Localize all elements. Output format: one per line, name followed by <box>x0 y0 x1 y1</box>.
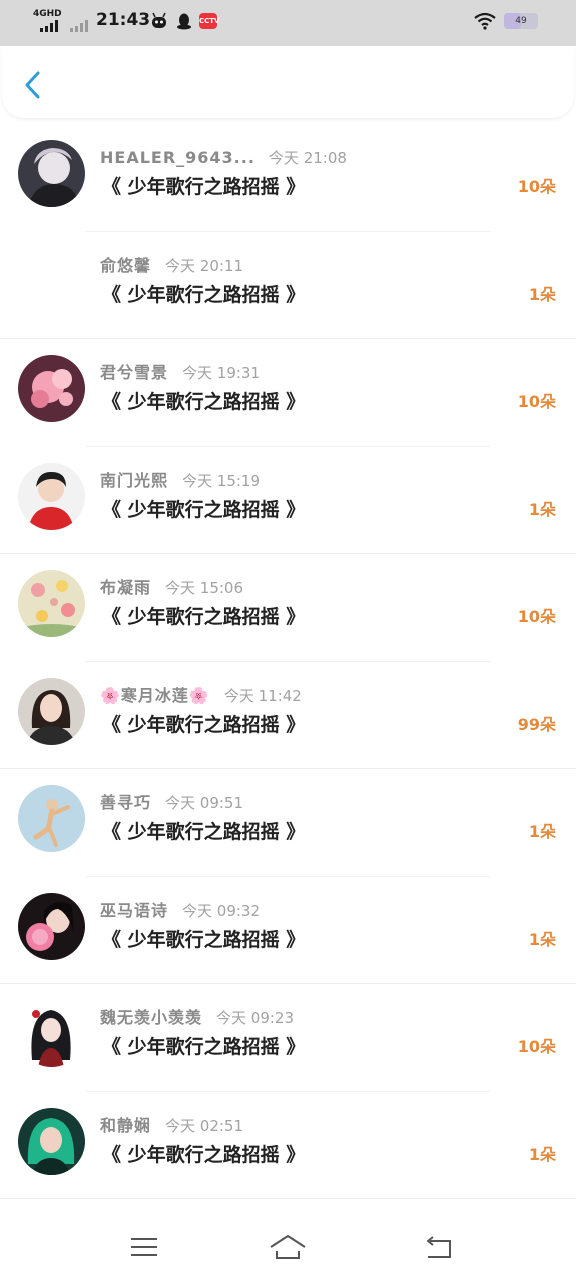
work-title: 《 少年歌行之路招摇 》 <box>102 713 306 736</box>
robot-icon <box>152 12 166 28</box>
flower-count: 99朵 <box>517 714 556 734</box>
timestamp: 今天 02:51 <box>165 1116 244 1135</box>
avatar[interactable] <box>18 1000 85 1067</box>
avatar[interactable] <box>18 677 85 745</box>
work-title: 《 少年歌行之路招摇 》 <box>102 928 306 951</box>
gift-record-row[interactable]: 君兮雪景 今天 19:31 《 少年歌行之路招摇 》 10朵 <box>0 339 576 447</box>
back-icon[interactable] <box>418 1230 458 1264</box>
avatar[interactable] <box>18 355 85 422</box>
gift-record-row[interactable]: 魏无羡小羡羡 今天 09:23 《 少年歌行之路招摇 》 10朵 <box>0 984 576 1092</box>
row-divider <box>0 1198 576 1199</box>
gift-record-row[interactable]: 俞悠馨 今天 20:11 《 少年歌行之路招摇 》 1朵 <box>0 232 576 339</box>
flower-count: 1朵 <box>528 1144 556 1164</box>
avatar[interactable] <box>18 1107 85 1175</box>
gift-record-row[interactable]: 南门光熙 今天 15:19 《 少年歌行之路招摇 》 1朵 <box>0 447 576 554</box>
record-meta: 巫马语诗 今天 09:32 <box>100 901 260 921</box>
timestamp: 今天 15:06 <box>165 579 244 597</box>
status-bar: 4GHD 21:43 CCTV 49 <box>0 0 576 46</box>
clock: 21:43 <box>96 10 151 30</box>
record-meta: 和静娴 今天 02:51 <box>100 1116 243 1136</box>
flower-count: 1朵 <box>528 822 556 841</box>
wifi-icon <box>474 12 496 30</box>
battery-icon: 49 <box>504 13 538 29</box>
work-title: 《 少年歌行之路招摇 》 <box>102 391 306 413</box>
work-title: 《 少年歌行之路招摇 》 <box>102 821 306 843</box>
signal-icon <box>40 20 58 32</box>
timestamp: 今天 09:32 <box>182 901 261 920</box>
record-meta: 俞悠馨 今天 20:11 <box>100 256 243 276</box>
flower-count: 10朵 <box>517 177 556 196</box>
timestamp: 今天 09:51 <box>165 794 244 812</box>
gift-record-row[interactable]: 善寻巧 今天 09:51 《 少年歌行之路招摇 》 1朵 <box>0 769 576 877</box>
record-meta: 善寻巧 今天 09:51 <box>100 793 243 813</box>
timestamp: 今天 19:31 <box>182 364 261 382</box>
battery-level: 49 <box>515 16 527 26</box>
user-name[interactable]: 布凝雨 <box>100 578 151 597</box>
user-name[interactable]: 魏无羡小羡羡 <box>100 1008 202 1027</box>
work-title: 《 少年歌行之路招摇 》 <box>102 1036 306 1058</box>
flower-count: 1朵 <box>528 284 556 304</box>
network-type: 4GHD <box>33 9 62 19</box>
gift-record-row[interactable]: 巫马语诗 今天 09:32 《 少年歌行之路招摇 》 1朵 <box>0 877 576 984</box>
gift-record-list: HEALER_9643... 今天 21:08 《 少年歌行之路招摇 》 10朵 俞悠馨… <box>0 124 576 1199</box>
work-title: 《 少年歌行之路招摇 》 <box>102 176 306 198</box>
avatar[interactable] <box>18 785 85 852</box>
record-meta: 君兮雪景 今天 19:31 <box>100 363 260 383</box>
avatar[interactable] <box>18 140 85 207</box>
home-icon[interactable] <box>268 1230 308 1264</box>
record-meta: 魏无羡小羡羡 今天 09:23 <box>100 1008 294 1028</box>
timestamp: 今天 20:11 <box>165 256 244 275</box>
timestamp: 今天 09:23 <box>216 1009 295 1027</box>
signal-2-icon <box>70 20 88 32</box>
user-name[interactable]: 君兮雪景 <box>100 363 168 382</box>
avatar[interactable] <box>18 462 85 530</box>
work-title: 《 少年歌行之路招摇 》 <box>102 606 306 628</box>
avatar[interactable] <box>18 570 85 637</box>
flower-count: 10朵 <box>517 607 556 626</box>
avatar[interactable] <box>18 892 85 960</box>
user-name[interactable]: 善寻巧 <box>100 793 151 812</box>
work-title: 《 少年歌行之路招摇 》 <box>102 1143 306 1166</box>
gift-record-row[interactable]: 和静娴 今天 02:51 《 少年歌行之路招摇 》 1朵 <box>0 1092 576 1199</box>
chevron-left-icon[interactable] <box>18 68 48 102</box>
user-name[interactable]: HEALER_9643... <box>100 148 255 167</box>
user-name[interactable]: 和静娴 <box>100 1116 151 1135</box>
cctv-icon: CCTV <box>199 13 219 29</box>
record-meta: HEALER_9643... 今天 21:08 <box>100 148 347 168</box>
user-name[interactable]: 巫马语诗 <box>100 901 168 920</box>
user-name[interactable]: 🌸寒月冰莲🌸 <box>100 686 210 705</box>
avatar[interactable] <box>18 248 85 315</box>
record-meta: 🌸寒月冰莲🌸 今天 11:42 <box>100 686 302 706</box>
timestamp: 今天 15:19 <box>182 471 261 490</box>
gift-record-row[interactable]: 🌸寒月冰莲🌸 今天 11:42 《 少年歌行之路招摇 》 99朵 <box>0 662 576 769</box>
work-title: 《 少年歌行之路招摇 》 <box>102 283 306 306</box>
gift-record-row[interactable]: HEALER_9643... 今天 21:08 《 少年歌行之路招摇 》 10朵 <box>0 124 576 232</box>
flower-count: 1朵 <box>528 499 556 519</box>
record-meta: 布凝雨 今天 15:06 <box>100 578 243 598</box>
work-title: 《 少年歌行之路招摇 》 <box>102 498 306 521</box>
flower-count: 10朵 <box>517 392 556 411</box>
record-meta: 南门光熙 今天 15:19 <box>100 471 260 491</box>
top-app-bar <box>2 46 574 118</box>
timestamp: 今天 11:42 <box>223 686 302 705</box>
user-name[interactable]: 俞悠馨 <box>100 256 151 275</box>
system-nav-bar <box>0 1210 576 1280</box>
menu-icon[interactable] <box>124 1230 164 1264</box>
gift-record-row[interactable]: 布凝雨 今天 15:06 《 少年歌行之路招摇 》 10朵 <box>0 554 576 662</box>
flower-count: 1朵 <box>528 929 556 949</box>
timestamp: 今天 21:08 <box>268 149 347 167</box>
flower-count: 10朵 <box>517 1037 556 1056</box>
qq-icon <box>177 13 191 30</box>
user-name[interactable]: 南门光熙 <box>100 471 168 490</box>
